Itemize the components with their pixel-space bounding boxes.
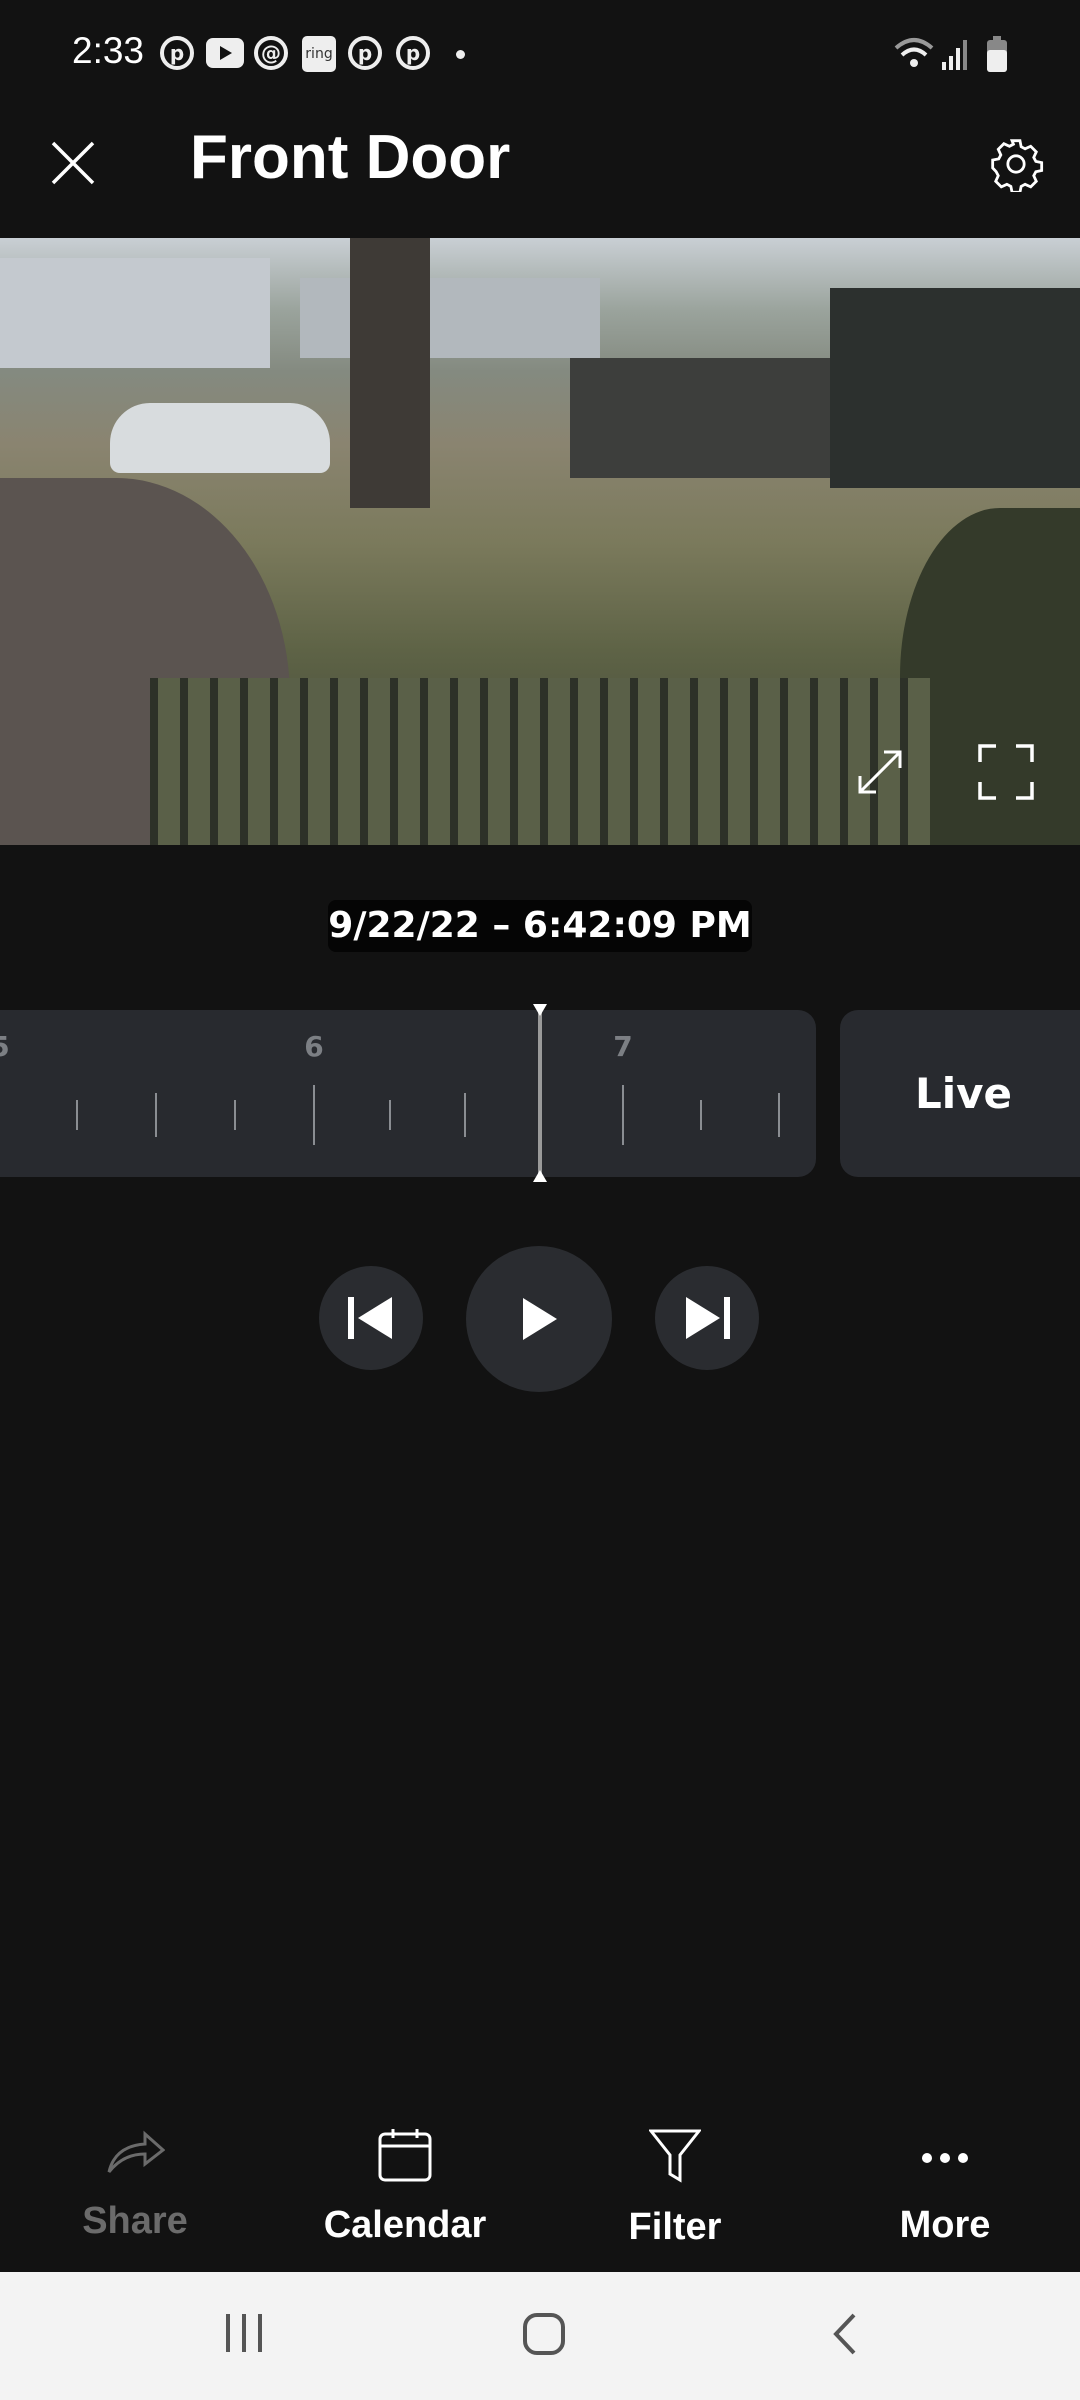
recents-icon[interactable] xyxy=(222,2312,266,2354)
video-house xyxy=(0,258,270,368)
video-fence xyxy=(150,678,930,845)
pinterest-icon: p xyxy=(396,36,430,70)
video-tree xyxy=(350,238,430,508)
gear-icon[interactable] xyxy=(988,136,1044,192)
back-icon[interactable] xyxy=(830,2312,860,2356)
timeline-scrubber[interactable]: 5 6 7 xyxy=(0,1010,816,1177)
share-label: Share xyxy=(82,2200,188,2242)
battery-icon xyxy=(987,36,1007,72)
system-nav-bar xyxy=(0,2272,1080,2400)
status-bar: 2:33 p @ ring p p xyxy=(0,0,1080,110)
youtube-icon xyxy=(206,38,244,68)
calendar-label: Calendar xyxy=(323,2204,487,2246)
previous-button[interactable] xyxy=(319,1266,423,1370)
dot-icon xyxy=(456,50,465,59)
close-icon[interactable] xyxy=(50,140,96,186)
pinterest-icon: p xyxy=(160,36,194,70)
video-car xyxy=(110,403,330,473)
next-button[interactable] xyxy=(655,1266,759,1370)
more-label: More xyxy=(899,2204,991,2246)
video-house xyxy=(300,278,600,358)
expand-icon[interactable] xyxy=(856,748,904,796)
timeline-playhead[interactable] xyxy=(533,1004,547,1182)
fullscreen-icon[interactable] xyxy=(978,744,1034,800)
share-icon xyxy=(107,2130,166,2173)
timeline-label: 6 xyxy=(304,1030,324,1063)
calendar-button[interactable]: Calendar xyxy=(295,2128,515,2247)
home-icon[interactable] xyxy=(522,2312,566,2356)
ring-icon: ring xyxy=(302,36,336,72)
play-icon xyxy=(523,1298,557,1340)
skip-next-icon xyxy=(686,1297,730,1339)
timeline-label: 7 xyxy=(613,1030,633,1063)
page-title: Front Door xyxy=(190,123,511,192)
timeline-label: 5 xyxy=(0,1030,10,1063)
signal-icon xyxy=(942,40,967,70)
live-button[interactable]: Live xyxy=(840,1010,1080,1177)
more-icon xyxy=(922,2153,968,2163)
filter-icon xyxy=(647,2129,703,2183)
video-trailer xyxy=(830,288,1080,488)
recording-timestamp: 9/22/22 – 6:42:09 PM xyxy=(328,900,752,952)
threads-icon: @ xyxy=(254,36,288,70)
video-truck xyxy=(570,358,830,478)
skip-previous-icon xyxy=(348,1297,392,1339)
filter-label: Filter xyxy=(628,2206,722,2248)
play-button[interactable] xyxy=(466,1246,612,1392)
wifi-icon xyxy=(894,38,934,67)
status-time: 2:33 xyxy=(72,30,145,71)
share-button[interactable]: Share xyxy=(25,2128,245,2243)
more-button[interactable]: More xyxy=(835,2128,1055,2247)
pinterest-icon: p xyxy=(348,36,382,70)
calendar-icon xyxy=(378,2129,432,2182)
filter-button[interactable]: Filter xyxy=(565,2128,785,2249)
video-player[interactable] xyxy=(0,238,1080,845)
